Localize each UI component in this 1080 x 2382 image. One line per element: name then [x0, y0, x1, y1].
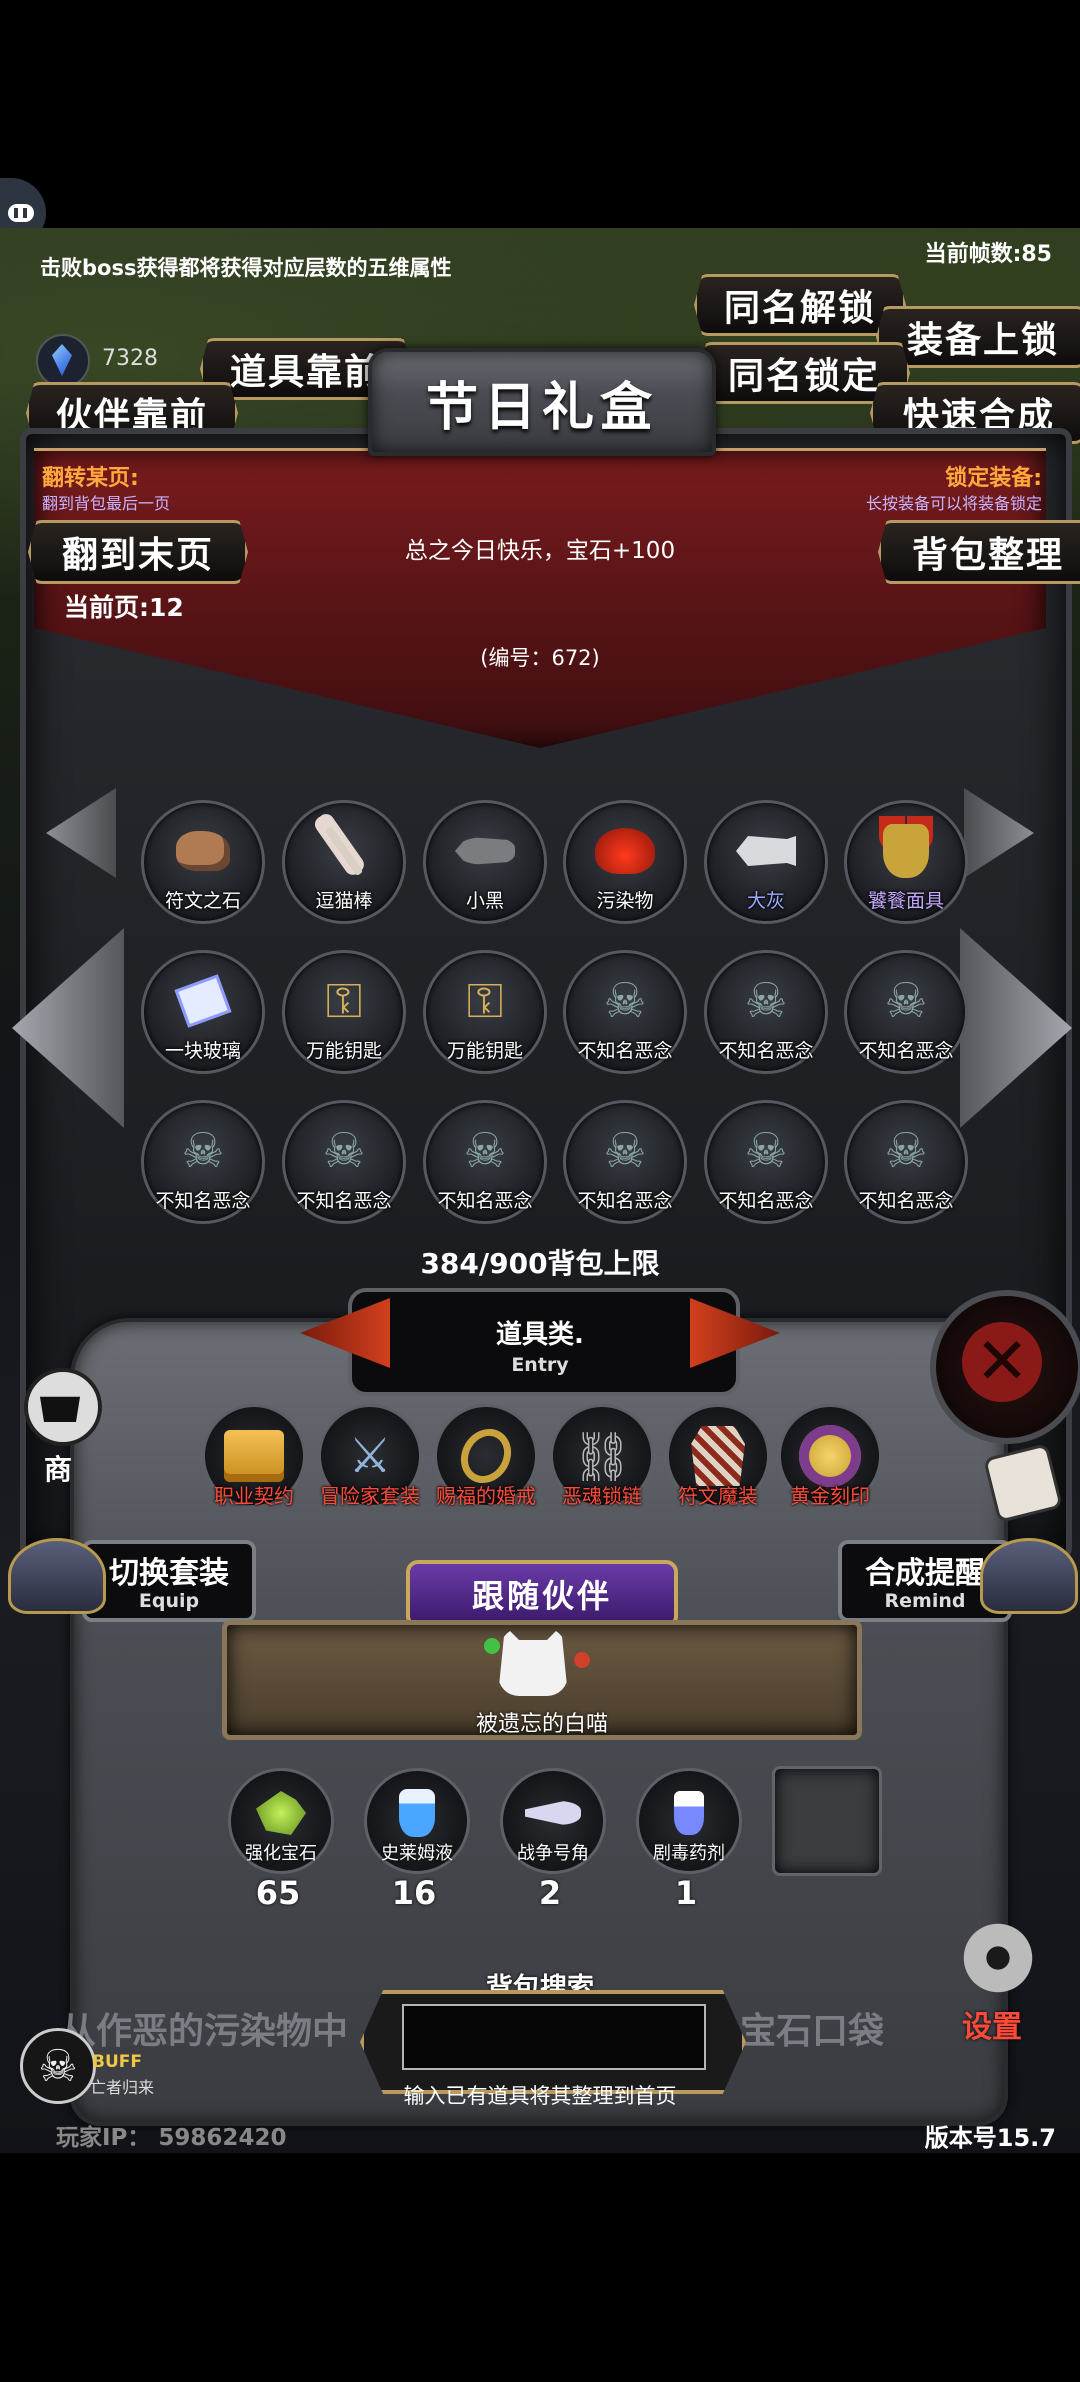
flip-page-title: 翻转某页:	[42, 466, 139, 491]
follow-partner-title: 跟随伙伴	[471, 1577, 612, 1615]
shop-label: 商	[44, 1453, 73, 1486]
skull-icon: ☠	[38, 2040, 78, 2092]
equip-lock-button[interactable]: 装备上锁	[876, 306, 1080, 368]
current-page: 当前页:12	[64, 593, 184, 622]
close-icon: ✕	[962, 1322, 1042, 1402]
inventory-slot[interactable]: ⚿ 万能钥匙	[282, 950, 406, 1074]
buff-label: BUFF	[92, 2052, 142, 2072]
bubble-eyes-icon	[8, 204, 34, 222]
white-cat-icon	[498, 1626, 568, 1696]
bag-item[interactable]: 剧毒药剂	[636, 1768, 742, 1874]
search-bg-left-text: 从作恶的污染物中	[60, 2011, 349, 2052]
inventory-slot[interactable]: ⚿ 万能钥匙	[423, 950, 547, 1074]
gift-title: 节日礼盒	[425, 377, 658, 438]
key-icon: ⚿	[325, 972, 363, 1029]
search-hint: 输入已有道具将其整理到首页	[403, 2084, 677, 2108]
potion-icon	[381, 1785, 453, 1841]
inventory-slot[interactable]: ☠ 不知名恶念	[844, 1100, 968, 1224]
inventory-slot[interactable]: ☠ 不知名恶念	[141, 1100, 265, 1224]
ghost-icon: ☠	[322, 1123, 366, 1179]
settings-label[interactable]: 设置	[962, 2002, 1022, 2046]
tool-item[interactable]: 黄金刻印	[778, 1404, 882, 1508]
gift-message: 总之今日快乐，宝石+100	[404, 538, 676, 564]
gift-title-plate: 节日礼盒	[368, 348, 716, 456]
inventory-slot[interactable]: 饕餮面具	[844, 800, 968, 924]
fps-counter: 当前帧数:85	[924, 242, 1052, 267]
gem-count: 7328	[102, 346, 158, 371]
same-name-unlock-button[interactable]: 同名解锁	[694, 274, 906, 336]
search-bg-right-text: 宝石口袋	[740, 2011, 885, 2052]
ghost-icon: ☠	[744, 1123, 788, 1179]
bag-empty-slot[interactable]	[772, 1766, 882, 1876]
grey-fish-icon	[736, 821, 796, 881]
inventory-slot[interactable]: ☠ 不知名恶念	[563, 1100, 687, 1224]
boss-hint: 击败boss获得都将获得对应层数的五维属性	[40, 256, 452, 280]
inventory-slot[interactable]: 大灰	[704, 800, 828, 924]
ghost-icon: ☠	[603, 973, 647, 1029]
helmet-left-icon	[8, 1538, 106, 1614]
bag-item[interactable]: 战争号角	[500, 1768, 606, 1874]
close-button[interactable]: ✕	[930, 1290, 1080, 1444]
bag-item-count: 2	[538, 1874, 562, 1912]
game-canvas: 当前帧数:85 击败boss获得都将获得对应层数的五维属性 7328 同名解锁 …	[0, 228, 1080, 2153]
cat-wand-icon	[314, 821, 374, 881]
poison-icon	[653, 1785, 725, 1841]
inventory-slot[interactable]: ☠ 不知名恶念	[282, 1100, 406, 1224]
ghost-icon: ☠	[884, 1123, 928, 1179]
inventory-slot[interactable]: ☠ 不知名恶念	[704, 950, 828, 1074]
buff-sub: 亡者归来	[90, 2078, 155, 2097]
gift-serial: (编号：672)	[480, 646, 600, 670]
shop-button[interactable]	[24, 1368, 102, 1446]
search-input[interactable]	[402, 2004, 706, 2070]
bag-capacity: 384/900背包上限	[420, 1247, 660, 1280]
inventory-slot[interactable]: 小黑	[423, 800, 547, 924]
black-fish-icon	[455, 821, 515, 881]
category-title: 道具类.	[496, 1320, 584, 1350]
rune-stone-icon	[173, 821, 233, 881]
bag-item[interactable]: 史莱姆液	[364, 1768, 470, 1874]
key-icon: ⚿	[466, 972, 504, 1029]
partner-avatar[interactable]	[484, 1616, 590, 1716]
switch-equip-button[interactable]: 切换套装 Equip	[82, 1540, 256, 1622]
inventory-slot[interactable]: ☠ 不知名恶念	[563, 950, 687, 1074]
inventory-slot[interactable]: ☠ 不知名恶念	[844, 950, 968, 1074]
ghost-icon: ☠	[603, 1123, 647, 1179]
ghost-icon: ☠	[181, 1123, 225, 1179]
lock-equip-title: 锁定装备:	[945, 466, 1042, 491]
partner-name: 被遗忘的白喵	[475, 1712, 608, 1737]
glass-icon	[173, 971, 233, 1031]
ghost-icon: ☠	[884, 973, 928, 1029]
bag-item[interactable]: 强化宝石	[228, 1768, 334, 1874]
flip-page-sub: 翻到背包最后一页	[42, 494, 171, 513]
switch-equip-sub: Equip	[138, 1590, 200, 1612]
inventory-slot[interactable]: 符文之石	[141, 800, 265, 924]
taotie-mask-icon	[876, 821, 936, 881]
bag-item-count: 16	[391, 1874, 437, 1912]
horn-icon	[517, 1785, 589, 1841]
pollutant-icon	[595, 821, 655, 881]
bag-item-count: 65	[255, 1874, 301, 1912]
gem-counter: 7328	[36, 332, 158, 388]
inventory-slot[interactable]: 逗猫棒	[282, 800, 406, 924]
helmet-right-icon	[980, 1538, 1078, 1614]
buff-button[interactable]: ☠	[20, 2028, 96, 2104]
inventory-slot[interactable]: ☠ 不知名恶念	[704, 1100, 828, 1224]
blue-gem-icon	[36, 334, 90, 388]
inventory-slot[interactable]: 一块玻璃	[141, 950, 265, 1074]
switch-equip-title: 切换套装	[109, 1556, 229, 1591]
category-sub: Entry	[511, 1354, 569, 1376]
bag-item-count: 1	[674, 1874, 698, 1912]
green-gem-icon	[245, 1785, 317, 1841]
ghost-icon: ☠	[463, 1123, 507, 1179]
shop-icon	[40, 1396, 80, 1422]
player-ip: 玩家IP： 59862420	[56, 2125, 287, 2151]
inventory-slot[interactable]: 污染物	[563, 800, 687, 924]
inventory-slot[interactable]: ☠ 不知名恶念	[423, 1100, 547, 1224]
lock-equip-sub: 长按装备可以将装备锁定	[865, 494, 1042, 513]
version-number: 版本号15.7	[924, 2124, 1056, 2152]
ghost-icon: ☠	[744, 973, 788, 1029]
